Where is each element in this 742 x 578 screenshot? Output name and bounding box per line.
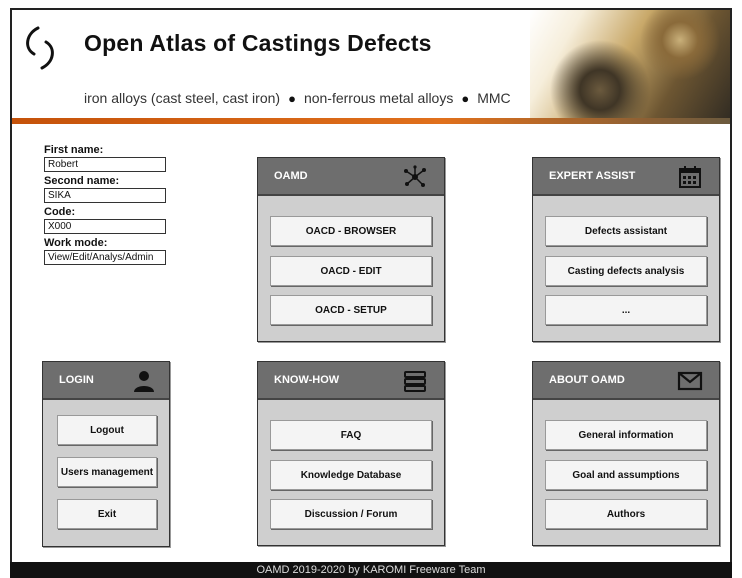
- panel-know-how-title: KNOW-HOW: [274, 374, 340, 386]
- first-name-field[interactable]: Robert: [44, 157, 166, 172]
- accent-bar: [12, 118, 730, 124]
- exit-button[interactable]: Exit: [57, 499, 157, 529]
- panel-know-how-header: KNOW-HOW: [258, 362, 444, 400]
- panel-login-title: LOGIN: [59, 374, 94, 386]
- panel-oamd-header: OAMD: [258, 158, 444, 196]
- users-management-button[interactable]: Users management: [57, 457, 157, 487]
- panel-expert-assist-title: EXPERT ASSIST: [549, 170, 636, 182]
- subtitle-item-iron: iron alloys (cast steel, cast iron): [84, 90, 281, 106]
- more-button[interactable]: ...: [545, 295, 707, 325]
- panel-about-header: ABOUT OAMD: [533, 362, 719, 400]
- app-title: Open Atlas of Castings Defects: [84, 30, 432, 56]
- logo-icon: [26, 26, 54, 70]
- panel-expert-assist-header: EXPERT ASSIST: [533, 158, 719, 196]
- faq-button[interactable]: FAQ: [270, 420, 432, 450]
- subtitle-item-nonferrous: non-ferrous metal alloys: [303, 90, 454, 106]
- footer: OAMD 2019-2020 by KAROMI Freeware Team: [10, 562, 732, 578]
- first-name-label: First name:: [44, 144, 104, 156]
- user-icon: [134, 371, 154, 392]
- bullet-separator: ●: [288, 90, 296, 106]
- goal-and-assumptions-button[interactable]: Goal and assumptions: [545, 460, 707, 490]
- oacd-setup-button[interactable]: OACD - SETUP: [270, 295, 432, 325]
- panel-oamd-title: OAMD: [274, 170, 308, 182]
- panel-expert-assist: EXPERT ASSIST Defects assistant Casting …: [532, 157, 720, 342]
- second-name-field[interactable]: SIKA: [44, 188, 166, 203]
- logout-button[interactable]: Logout: [57, 415, 157, 445]
- second-name-label: Second name:: [44, 175, 120, 187]
- work-mode-label: Work mode:: [44, 237, 108, 249]
- panel-oamd: OAMD OACD - BROWSER OACD - EDIT OACD - S…: [257, 157, 445, 342]
- subtitle: iron alloys (cast steel, cast iron) ● no…: [84, 90, 511, 106]
- code-label: Code:: [44, 206, 76, 218]
- network-icon: [404, 165, 426, 187]
- header-machine-image: [530, 10, 730, 118]
- defects-assistant-button[interactable]: Defects assistant: [545, 216, 707, 246]
- user-info-form: First name: Robert Second name: SIKA Cod…: [44, 142, 184, 268]
- header: Open Atlas of Castings Defects iron allo…: [12, 10, 730, 118]
- casting-defects-analysis-button[interactable]: Casting defects analysis: [545, 256, 707, 286]
- oacd-browser-button[interactable]: OACD - BROWSER: [270, 216, 432, 246]
- bullet-separator: ●: [461, 90, 470, 106]
- discussion-forum-button[interactable]: Discussion / Forum: [270, 499, 432, 529]
- code-field[interactable]: X000: [44, 219, 166, 234]
- work-mode-field[interactable]: View/Edit/Analys/Admin: [44, 250, 166, 265]
- panel-about-title: ABOUT OAMD: [549, 374, 625, 386]
- knowledge-database-button[interactable]: Knowledge Database: [270, 460, 432, 490]
- general-information-button[interactable]: General information: [545, 420, 707, 450]
- stack-icon: [404, 371, 426, 392]
- calendar-icon: [679, 166, 701, 188]
- authors-button[interactable]: Authors: [545, 499, 707, 529]
- panel-about: ABOUT OAMD General information Goal and …: [532, 361, 720, 546]
- panel-know-how: KNOW-HOW FAQ Knowledge Database Discussi…: [257, 361, 445, 546]
- panel-login-header: LOGIN: [43, 362, 169, 400]
- subtitle-item-mmc: MMC: [477, 90, 511, 106]
- oacd-edit-button[interactable]: OACD - EDIT: [270, 256, 432, 286]
- panel-login: LOGIN Logout Users management Exit: [42, 361, 170, 547]
- envelope-icon: [677, 371, 703, 391]
